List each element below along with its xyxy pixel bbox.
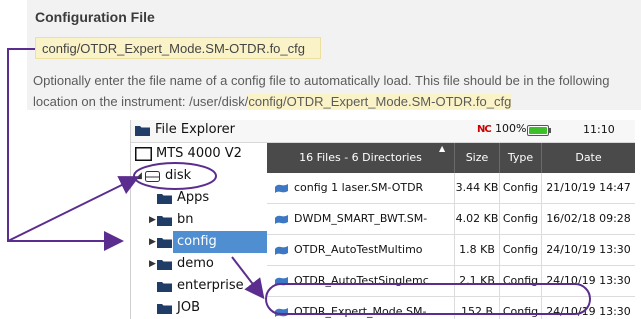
battery-tip <box>549 128 551 133</box>
file-size: 152 B <box>455 297 500 319</box>
file-explorer-title: File Explorer <box>155 122 236 137</box>
tree-item-apps[interactable]: Apps <box>131 187 267 209</box>
folder-icon <box>157 238 172 248</box>
collapsed-arrow-icon[interactable]: ▶ <box>149 209 156 231</box>
tree-item-demo[interactable]: ▶ demo <box>131 253 267 275</box>
collapsed-arrow-icon[interactable]: ▶ <box>149 231 156 253</box>
tree-label-device: MTS 4000 V2 <box>156 146 242 161</box>
folder-icon <box>157 304 172 314</box>
folder-icon <box>157 260 172 270</box>
file-type: Config <box>500 204 542 234</box>
tree-item-device[interactable]: MTS 4000 V2 <box>131 143 267 165</box>
file-row[interactable]: config 1 laser.SM-OTDR 3.44 KB Config 21… <box>267 173 635 204</box>
file-size: 3.44 KB <box>455 173 500 203</box>
file-size: 2.1 KB <box>455 266 500 296</box>
file-type: Config <box>500 235 542 265</box>
file-date: 21/10/19 14:47 <box>546 181 631 194</box>
battery-fill <box>529 127 547 134</box>
file-name: OTDR_AutoTestMultimo <box>267 235 455 265</box>
file-date: 24/10/19 13:30 <box>546 305 631 318</box>
tree-label-config: config <box>173 231 271 253</box>
file-name: OTDR_Expert_Mode.SM- <box>267 297 455 319</box>
file-date: 24/10/19 13:30 <box>546 274 631 287</box>
tree-label-apps: Apps <box>177 190 210 205</box>
header-date[interactable]: Date <box>542 143 635 173</box>
file-row[interactable]: OTDR_AutoTestSinglemc 2.1 KB Config 24/1… <box>267 266 635 297</box>
device-icon <box>135 147 152 161</box>
battery-icon <box>527 125 549 136</box>
tree-label-demo: demo <box>177 256 214 271</box>
file-type: Config <box>500 173 542 203</box>
file-name: DWDM_SMART_BWT.SM- <box>267 204 455 234</box>
header-type[interactable]: Type <box>500 143 542 173</box>
header-summary[interactable]: 16 Files - 6 Directories <box>267 143 455 173</box>
file-row[interactable]: OTDR_AutoTestMultimo 1.8 KB Config 24/10… <box>267 235 635 266</box>
battery-percent: 100% <box>495 122 527 135</box>
config-help-text: Optionally enter the file name of a conf… <box>33 70 633 112</box>
file-date: 16/02/18 09:28 <box>546 212 631 225</box>
tree-label-disk: disk <box>165 168 192 183</box>
header-size[interactable]: Size <box>455 143 500 173</box>
file-list-header: ▲ 16 Files - 6 Directories Size Type Dat… <box>267 143 635 173</box>
tree-item-job[interactable]: JOB <box>131 297 267 319</box>
tree-item-config[interactable]: ▶ config <box>131 231 271 253</box>
tree-item-enterprise[interactable]: enterprise <box>131 275 267 297</box>
file-size: 1.8 KB <box>455 235 500 265</box>
file-list: ▲ 16 Files - 6 Directories Size Type Dat… <box>267 143 635 319</box>
folder-tree: MTS 4000 V2 ◢ disk Apps ▶ bn ▶ config ▶ … <box>131 143 271 319</box>
file-name: OTDR_AutoTestSinglemc <box>267 266 455 296</box>
folder-icon <box>135 126 150 136</box>
file-type: Config <box>500 297 542 319</box>
file-date: 24/10/19 13:30 <box>546 243 631 256</box>
tree-label-bn: bn <box>177 212 194 227</box>
help-path-highlight: config/OTDR_Expert_Mode.SM-OTDR.fo_cfg <box>248 94 512 109</box>
folder-icon <box>157 194 172 204</box>
clock-time: 11:10 <box>583 123 615 136</box>
file-name: config 1 laser.SM-OTDR <box>267 173 455 203</box>
tree-item-bn[interactable]: ▶ bn <box>131 209 267 231</box>
tree-label-job: JOB <box>177 300 200 315</box>
drive-icon <box>145 171 160 182</box>
folder-icon <box>157 282 172 292</box>
tree-label-enterprise: enterprise <box>177 278 244 293</box>
config-heading: Configuration File <box>35 9 155 25</box>
tree-item-disk[interactable]: ◢ disk <box>131 165 267 187</box>
file-type: Config <box>500 266 542 296</box>
file-row[interactable]: OTDR_Expert_Mode.SM- 152 B Config 24/10/… <box>267 297 635 319</box>
annotation-arrow-disk <box>7 176 140 242</box>
nc-badge: NC <box>477 124 492 135</box>
config-file-input[interactable]: config/OTDR_Expert_Mode.SM-OTDR.fo_cfg <box>35 37 321 59</box>
file-size: 4.02 KB <box>455 204 500 234</box>
file-row[interactable]: DWDM_SMART_BWT.SM- 4.02 KB Config 16/02/… <box>267 204 635 235</box>
file-explorer-window: File Explorer NC 100% 11:10 MTS 4000 V2 … <box>130 120 635 319</box>
file-explorer-titlebar: File Explorer NC 100% 11:10 <box>131 120 635 143</box>
collapsed-arrow-icon[interactable]: ▶ <box>149 253 156 275</box>
expanded-arrow-icon: ◢ <box>135 171 142 181</box>
folder-icon <box>157 216 172 226</box>
